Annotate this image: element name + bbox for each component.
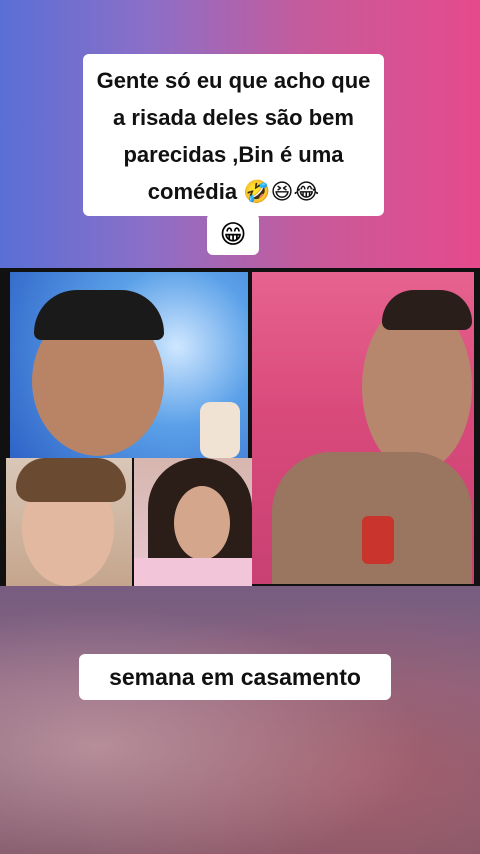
emoji-caption: 😁 — [207, 213, 259, 255]
background-object — [200, 402, 240, 458]
video-panel-man-with-cap — [10, 272, 248, 458]
video-panel-bearded-man — [252, 272, 474, 584]
bottom-caption: semana em casamento — [79, 654, 391, 700]
cap-shape — [34, 290, 164, 340]
red-cup — [362, 516, 394, 564]
pillow-shape — [134, 558, 252, 586]
video-panel-young-man — [6, 458, 132, 586]
hair-shape — [16, 458, 126, 502]
video-frame — [0, 268, 480, 586]
person-face — [174, 486, 230, 560]
video-panel-young-woman — [134, 458, 252, 586]
hair-shape — [382, 290, 472, 330]
blurred-background — [0, 585, 480, 854]
top-caption: Gente só eu que acho que a risada deles … — [83, 54, 384, 216]
